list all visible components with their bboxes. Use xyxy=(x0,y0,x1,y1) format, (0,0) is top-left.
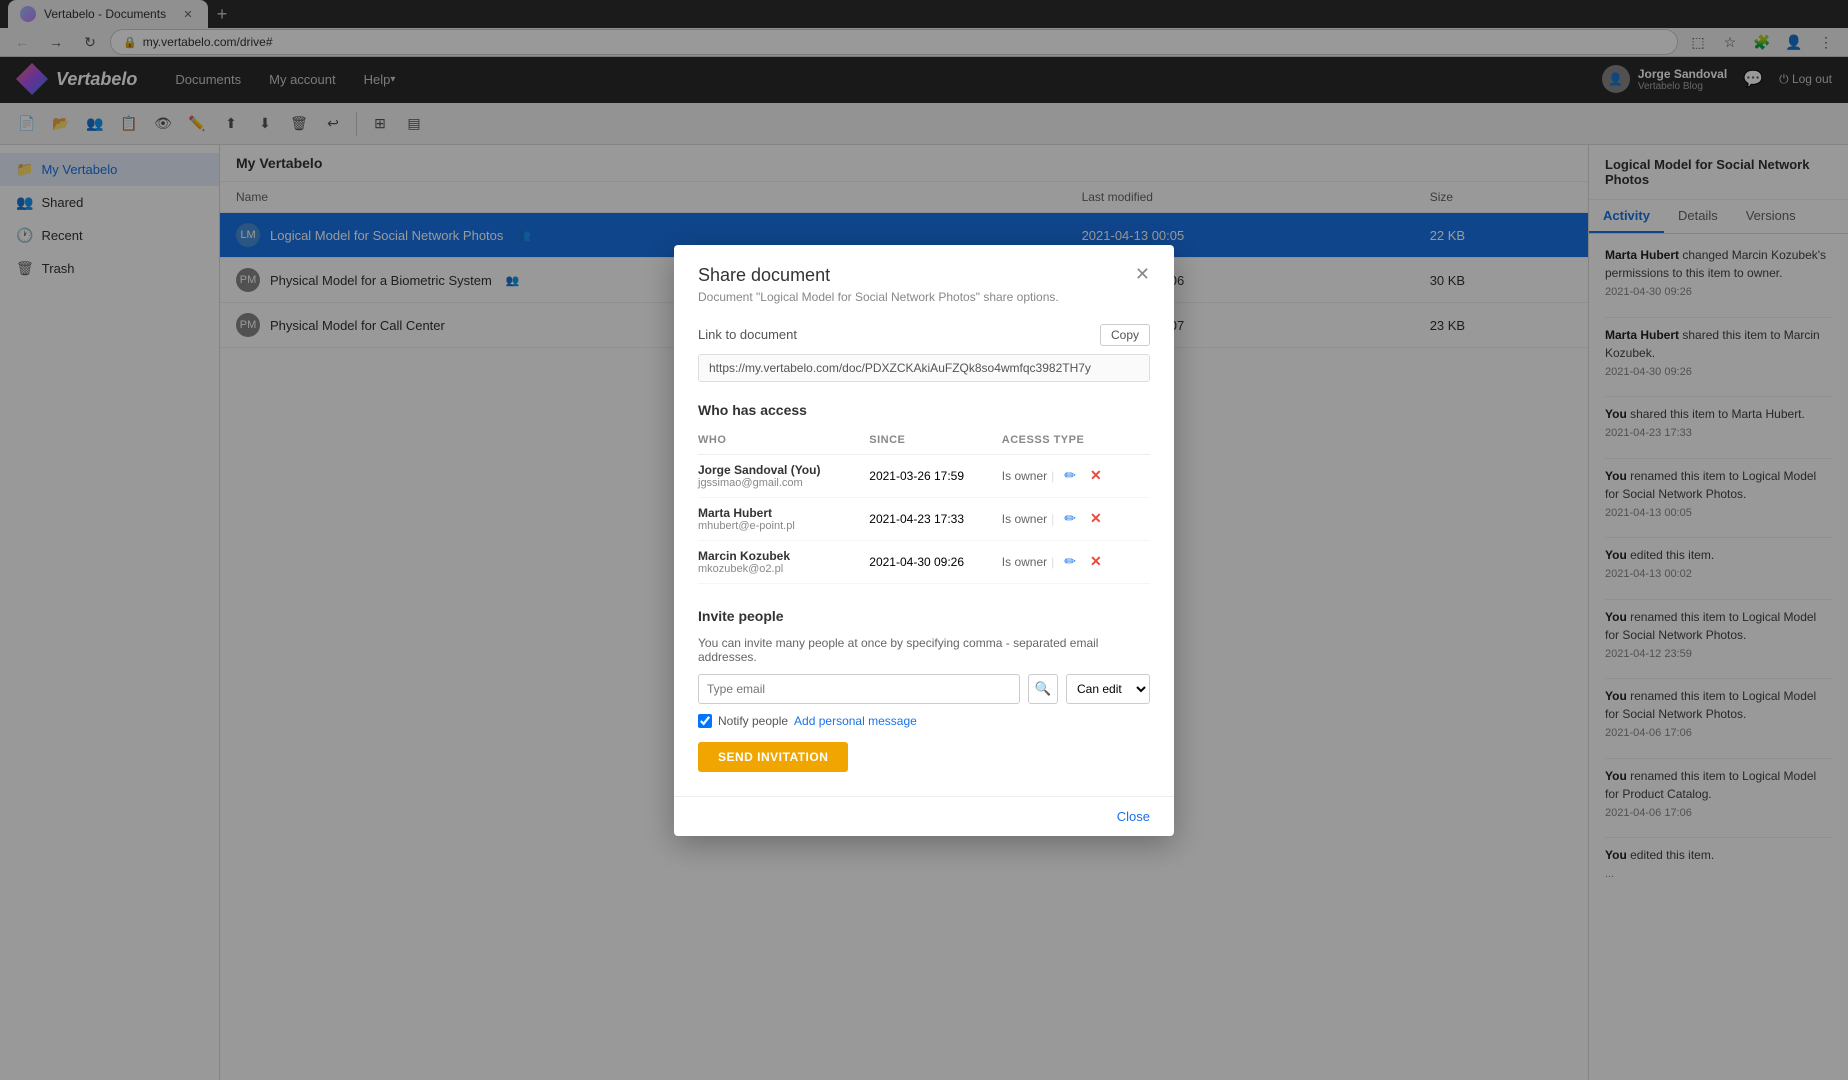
modal-close-button[interactable]: ✕ xyxy=(1135,265,1150,283)
invite-title: Invite people xyxy=(698,608,1150,624)
access-type-label: Is owner xyxy=(1002,512,1047,526)
access-user: Jorge Sandoval (You) jgssimao@gmail.com xyxy=(698,454,869,497)
access-actions: Is owner | ✏ ✕ xyxy=(1002,508,1150,529)
modal-header: Share document Document "Logical Model f… xyxy=(674,245,1174,312)
invite-hint: You can invite many people at once by sp… xyxy=(698,636,1150,664)
copy-link-button[interactable]: Copy xyxy=(1100,324,1150,346)
access-user-email: jgssimao@gmail.com xyxy=(698,477,869,489)
modal-footer: Close xyxy=(674,796,1174,836)
access-since: 2021-04-30 09:26 xyxy=(869,540,1002,583)
link-section: Link to document Copy https://my.vertabe… xyxy=(698,324,1150,382)
access-col-since: SINCE xyxy=(869,430,1002,455)
remove-access-button[interactable]: ✕ xyxy=(1084,465,1108,486)
search-email-button[interactable]: 🔍 xyxy=(1028,674,1058,704)
access-row: Marta Hubert mhubert@e-point.pl 2021-04-… xyxy=(698,497,1150,540)
access-user-name: Marta Hubert xyxy=(698,506,869,520)
invite-section: Invite people You can invite many people… xyxy=(698,608,1150,772)
access-user-email: mkozubek@o2.pl xyxy=(698,563,869,575)
access-since: 2021-04-23 17:33 xyxy=(869,497,1002,540)
access-type-select[interactable]: Can edit Can view Is owner xyxy=(1066,674,1150,704)
access-type-label: Is owner xyxy=(1002,555,1047,569)
access-row: Marcin Kozubek mkozubek@o2.pl 2021-04-30… xyxy=(698,540,1150,583)
add-message-link[interactable]: Add personal message xyxy=(794,714,917,728)
access-user: Marcin Kozubek mkozubek@o2.pl xyxy=(698,540,869,583)
divider: | xyxy=(1049,512,1056,526)
link-label: Link to document xyxy=(698,327,797,342)
access-user-name: Marcin Kozubek xyxy=(698,549,869,563)
notify-checkbox[interactable] xyxy=(698,714,712,728)
access-section: Who has access WHO SINCE ACESSS TYPE Jor… xyxy=(698,402,1150,584)
access-col-type: ACESSS TYPE xyxy=(1002,430,1150,455)
link-label-row: Link to document Copy xyxy=(698,324,1150,346)
send-invitation-button[interactable]: SEND INVITATION xyxy=(698,742,848,772)
edit-access-button[interactable]: ✏ xyxy=(1058,508,1082,529)
remove-access-button[interactable]: ✕ xyxy=(1084,551,1108,572)
divider: | xyxy=(1049,555,1056,569)
access-user-name: Jorge Sandoval (You) xyxy=(698,463,869,477)
email-input[interactable] xyxy=(698,674,1020,704)
access-type-label: Is owner xyxy=(1002,469,1047,483)
access-row: Jorge Sandoval (You) jgssimao@gmail.com … xyxy=(698,454,1150,497)
access-user: Marta Hubert mhubert@e-point.pl xyxy=(698,497,869,540)
divider: | xyxy=(1049,469,1056,483)
edit-access-button[interactable]: ✏ xyxy=(1058,465,1082,486)
access-table: WHO SINCE ACESSS TYPE Jorge Sandoval (Yo… xyxy=(698,430,1150,584)
close-modal-button[interactable]: Close xyxy=(1117,809,1150,824)
remove-access-button[interactable]: ✕ xyxy=(1084,508,1108,529)
access-since: 2021-03-26 17:59 xyxy=(869,454,1002,497)
modal-subtitle: Document "Logical Model for Social Netwo… xyxy=(698,290,1059,304)
modal-title: Share document xyxy=(698,265,1059,286)
notify-row: Notify people Add personal message xyxy=(698,714,1150,728)
access-col-who: WHO xyxy=(698,430,869,455)
modal-body: Link to document Copy https://my.vertabe… xyxy=(674,312,1174,796)
access-type-cell: Is owner | ✏ ✕ xyxy=(1002,454,1150,497)
access-actions: Is owner | ✏ ✕ xyxy=(1002,551,1150,572)
access-actions: Is owner | ✏ ✕ xyxy=(1002,465,1150,486)
invite-row: 🔍 Can edit Can view Is owner xyxy=(698,674,1150,704)
edit-access-button[interactable]: ✏ xyxy=(1058,551,1082,572)
modal-overlay[interactable]: Share document Document "Logical Model f… xyxy=(0,0,1848,1080)
share-modal: Share document Document "Logical Model f… xyxy=(674,245,1174,836)
access-user-email: mhubert@e-point.pl xyxy=(698,520,869,532)
access-type-cell: Is owner | ✏ ✕ xyxy=(1002,497,1150,540)
access-title: Who has access xyxy=(698,402,1150,418)
link-url-display: https://my.vertabelo.com/doc/PDXZCKAkiAu… xyxy=(698,354,1150,382)
access-type-cell: Is owner | ✏ ✕ xyxy=(1002,540,1150,583)
notify-label: Notify people xyxy=(718,714,788,728)
